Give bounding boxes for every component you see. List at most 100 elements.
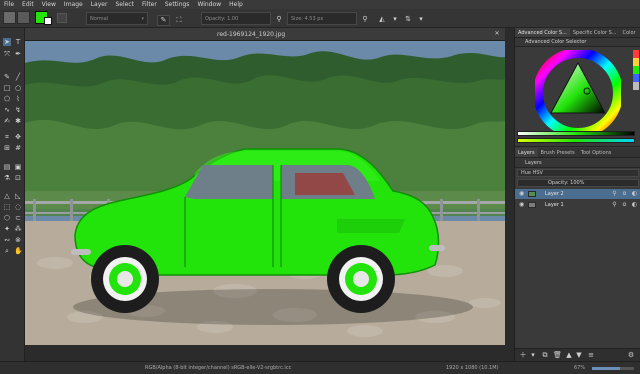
preserve-alpha-icon[interactable]: ⛶ [174, 15, 184, 25]
mirror-vertical-icon[interactable]: ⇅ [404, 15, 412, 23]
tab-advanced-color-selector[interactable]: Advanced Color S... [515, 28, 570, 37]
lock-icon[interactable]: ⚲ [275, 15, 283, 23]
select-tool-icon[interactable]: ➤ [3, 38, 11, 46]
calligraphy-tool-icon[interactable]: ✒ [14, 50, 22, 58]
polygon-select-icon[interactable]: ⬡ [3, 214, 11, 222]
zoom-level[interactable]: 67% [574, 365, 585, 371]
layer-row[interactable]: ◉ Layer 2 ⚲ α ◐ [515, 189, 640, 199]
menu-select[interactable]: Select [115, 1, 134, 8]
menu-layer[interactable]: Layer [91, 1, 108, 8]
palette-chip[interactable] [633, 58, 639, 66]
pattern-thumb[interactable] [17, 11, 30, 24]
menu-view[interactable]: View [42, 1, 56, 8]
crop-tool-icon[interactable]: ⌗ [3, 133, 11, 141]
layer-settings-icon[interactable]: ⚙ [627, 351, 635, 359]
reset-colors-icon[interactable] [57, 13, 67, 23]
magnetic-select-icon[interactable]: ⊗ [14, 236, 22, 244]
menu-help[interactable]: Help [229, 1, 243, 8]
fill-tool-icon[interactable]: ▣ [14, 163, 22, 171]
layer-row[interactable]: ◉ Layer 1 ⚲ α ◐ [515, 200, 640, 210]
brush-size-field[interactable]: Size: 4.53 px [287, 12, 357, 25]
layers-title: Layers [515, 159, 640, 168]
palette-chip[interactable] [633, 66, 639, 74]
ellipse-select-icon[interactable]: ◌ [14, 203, 22, 211]
polygon-tool-icon[interactable]: ⬠ [3, 95, 11, 103]
zoom-tool-icon[interactable]: ⌕ [3, 247, 11, 255]
duplicate-layer-icon[interactable]: ⧉ [541, 351, 549, 359]
menu-image[interactable]: Image [64, 1, 83, 8]
close-icon[interactable]: ✕ [493, 30, 501, 38]
tab-brush-presets[interactable]: Brush Presets [538, 148, 578, 157]
eye-icon[interactable]: ◉ [519, 202, 524, 208]
brush-preset-thumb[interactable] [3, 11, 16, 24]
measure-tool-icon[interactable]: ⊞ [3, 144, 11, 152]
color-wheel[interactable] [533, 48, 623, 138]
transform-tool-icon[interactable]: ⤧ [3, 50, 11, 58]
rectangle-tool-icon[interactable]: □ [3, 84, 11, 92]
menubar: File Edit View Image Layer Select Filter… [0, 0, 640, 9]
line-tool-icon[interactable]: ╱ [14, 73, 22, 81]
tab-specific-color-selector[interactable]: Specific Color S... [570, 28, 620, 37]
alpha-icon[interactable]: α [621, 190, 628, 197]
color-mode-dropdown[interactable]: Hue HSV [517, 169, 639, 177]
lock-icon[interactable]: ⚲ [611, 201, 618, 208]
ellipse-tool-icon[interactable]: ○ [14, 84, 22, 92]
tab-color[interactable]: Color [620, 28, 639, 37]
polyline-tool-icon[interactable]: ⌇ [14, 95, 22, 103]
hue-slider[interactable] [517, 138, 635, 143]
delete-layer-icon[interactable]: 🗑 [553, 351, 562, 359]
mirror-vertical-dropdown-icon[interactable]: ▾ [417, 15, 425, 23]
background-color-swatch[interactable] [44, 17, 52, 25]
contiguous-select-icon[interactable]: ✦ [3, 225, 11, 233]
bezier-select-icon[interactable]: ∾ [3, 236, 11, 244]
inherit-alpha-icon[interactable]: ◐ [631, 190, 638, 197]
multibrush-tool-icon[interactable]: ✱ [14, 117, 22, 125]
opacity-field[interactable]: Opacity: 1.00 [201, 12, 271, 25]
dynamic-brush-tool-icon[interactable]: ✍ [3, 117, 11, 125]
add-layer-icon[interactable]: ＋ [519, 351, 527, 359]
value-slider[interactable] [517, 131, 635, 136]
mirror-horizontal-icon[interactable]: ◭ [378, 15, 386, 23]
move-tool-icon[interactable]: ✥ [14, 133, 22, 141]
color-sampler-icon[interactable]: ⚗ [3, 174, 11, 182]
tab-tool-options[interactable]: Tool Options [578, 148, 615, 157]
similar-select-icon[interactable]: ⁂ [14, 225, 22, 233]
layer-opacity-field[interactable]: Opacity: 100% [517, 179, 639, 187]
eye-icon[interactable]: ◉ [519, 191, 524, 197]
freehand-path-tool-icon[interactable]: ↯ [14, 106, 22, 114]
move-down-icon[interactable]: ▼ [575, 351, 583, 359]
palette-chip[interactable] [633, 50, 639, 58]
pan-tool-icon[interactable]: ✋ [14, 247, 23, 255]
canvas-area[interactable] [25, 41, 505, 345]
smart-patch-icon[interactable]: ⊡ [14, 174, 22, 182]
inherit-alpha-icon[interactable]: ◐ [631, 201, 638, 208]
menu-window[interactable]: Window [197, 1, 221, 8]
brush-tool-icon[interactable]: ✎ [3, 73, 11, 81]
menu-file[interactable]: File [4, 1, 14, 8]
lock-icon[interactable]: ⚲ [611, 190, 618, 197]
menu-edit[interactable]: Edit [22, 1, 34, 8]
assistant-tool-icon[interactable]: △ [3, 192, 11, 200]
tab-layers[interactable]: Layers [515, 148, 538, 157]
rect-select-icon[interactable]: ⬚ [3, 203, 11, 211]
alpha-icon[interactable]: α [621, 201, 628, 208]
move-up-icon[interactable]: ▲ [565, 351, 573, 359]
grid-tool-icon[interactable]: # [14, 144, 22, 152]
blend-mode-dropdown[interactable]: Normal ▾ [86, 12, 148, 25]
gradient-tool-icon[interactable]: ▤ [3, 163, 11, 171]
document-tab[interactable]: red-1969124_1920.jpg [211, 29, 291, 40]
eraser-toggle-icon[interactable]: ✎ [157, 15, 170, 26]
menu-filter[interactable]: Filter [142, 1, 157, 8]
layer-properties-icon[interactable]: ≡ [587, 351, 595, 359]
freehand-select-icon[interactable]: ⊂ [14, 214, 22, 222]
mirror-dropdown-icon[interactable]: ▾ [391, 15, 399, 23]
palette-chip[interactable] [633, 74, 639, 82]
lock-size-icon[interactable]: ⚲ [361, 15, 369, 23]
text-tool-icon[interactable]: T [14, 38, 22, 46]
add-layer-dropdown-icon[interactable]: ▾ [529, 351, 537, 359]
palette-chip[interactable] [633, 82, 639, 90]
zoom-slider[interactable] [592, 367, 634, 370]
menu-settings[interactable]: Settings [165, 1, 190, 8]
perspective-tool-icon[interactable]: ◺ [14, 192, 22, 200]
bezier-tool-icon[interactable]: ∿ [3, 106, 11, 114]
